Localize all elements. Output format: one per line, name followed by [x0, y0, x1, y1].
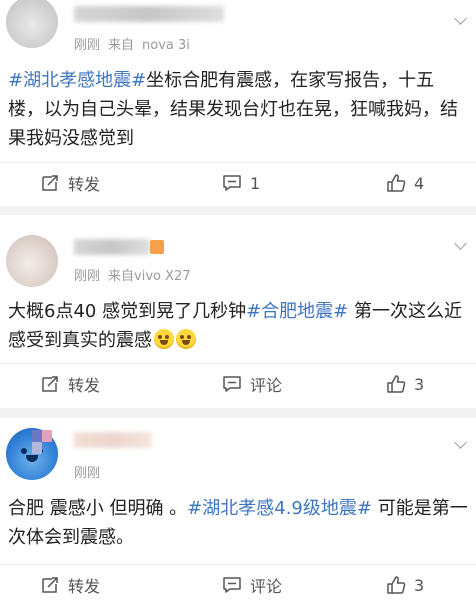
repost-button[interactable]: 转发 [40, 364, 100, 404]
repost-label: 转发 [68, 175, 101, 194]
thumbs-up-icon [387, 576, 406, 594]
topic-tag[interactable]: #湖北孝感地震# [8, 70, 146, 91]
topic-tag[interactable]: #合肥地震# [246, 301, 348, 322]
post-meta: 刚刚 [74, 462, 100, 481]
like-count: 3 [414, 374, 425, 394]
repost-button[interactable]: 转发 [40, 163, 100, 203]
action-bar: 转发 评论 3 [0, 564, 476, 604]
redaction-pixel [32, 442, 42, 454]
post-source: 来自 [108, 38, 135, 53]
redaction-pixel [42, 430, 52, 442]
repost-button[interactable]: 转发 [40, 565, 100, 605]
post-source: 来自 [108, 269, 135, 284]
post-device[interactable]: nova 3i [142, 38, 190, 53]
weibo-post: 刚刚 合肥 震感小 但明确 。#湖北孝感4.9级地震# 可能是第一次体会到震感。… [0, 418, 476, 611]
comment-button[interactable]: 1 [222, 163, 260, 203]
repost-label: 转发 [68, 577, 101, 596]
thumbs-up-icon [387, 174, 406, 192]
comment-icon [223, 376, 241, 392]
like-button[interactable]: 3 [386, 565, 424, 605]
post-time: 刚刚 [74, 269, 101, 284]
post-text: 大概6点40 感觉到晃了几秒钟 [8, 301, 247, 322]
repost-label: 转发 [68, 376, 101, 395]
post-time: 刚刚 [74, 466, 101, 481]
weibo-post: 刚刚 来自vivo X27 大概6点40 感觉到晃了几秒钟#合肥地震# 第一次这么… [0, 215, 476, 408]
post-device[interactable]: vivo X27 [134, 269, 191, 284]
avatar[interactable] [6, 235, 58, 287]
post-text: 合肥 震感小 但明确 。 [8, 498, 188, 519]
action-bar: 转发 1 4 [0, 162, 476, 202]
chevron-down-icon[interactable] [454, 14, 466, 26]
repost-icon [42, 376, 58, 392]
comment-icon [223, 175, 241, 191]
emoji-icon [176, 329, 196, 349]
weibo-post: 刚刚 来自 nova 3i #湖北孝感地震#坐标合肥有震感，在家写报告，十五楼，以为… [0, 0, 476, 206]
action-bar: 转发 评论 3 [0, 363, 476, 403]
comment-label: 评论 [250, 577, 283, 596]
comment-count: 1 [250, 173, 261, 193]
post-meta: 刚刚 来自 nova 3i [74, 34, 190, 53]
username-redacted[interactable] [74, 239, 150, 255]
post-time: 刚刚 [74, 38, 101, 53]
post-content: 合肥 震感小 但明确 。#湖北孝感4.9级地震# 可能是第一次体会到震感。 [8, 494, 470, 552]
thumbs-up-icon [387, 375, 406, 393]
comment-icon [223, 577, 241, 593]
chevron-down-icon[interactable] [454, 239, 466, 251]
avatar[interactable] [6, 0, 58, 48]
like-count: 3 [414, 575, 425, 595]
like-button[interactable]: 3 [386, 364, 424, 404]
username-redacted[interactable] [74, 432, 152, 448]
repost-icon [42, 577, 58, 593]
vip-badge-icon [150, 240, 164, 254]
post-content: #湖北孝感地震#坐标合肥有震感，在家写报告，十五楼，以为自己头晕，结果发现台灯也… [8, 66, 470, 153]
comment-button[interactable]: 评论 [222, 364, 282, 404]
comment-label: 评论 [250, 376, 283, 395]
emoji-icon [154, 329, 174, 349]
username-redacted[interactable] [74, 6, 224, 22]
topic-tag[interactable]: #湖北孝感4.9级地震# [187, 498, 372, 519]
post-content: 大概6点40 感觉到晃了几秒钟#合肥地震# 第一次这么近感受到真实的震感 [8, 297, 470, 355]
like-count: 4 [414, 173, 425, 193]
redaction-pixel [32, 430, 42, 442]
like-button[interactable]: 4 [386, 163, 424, 203]
chevron-down-icon[interactable] [454, 438, 466, 450]
repost-icon [42, 175, 58, 191]
comment-button[interactable]: 评论 [222, 565, 282, 605]
post-meta: 刚刚 来自vivo X27 [74, 265, 191, 284]
